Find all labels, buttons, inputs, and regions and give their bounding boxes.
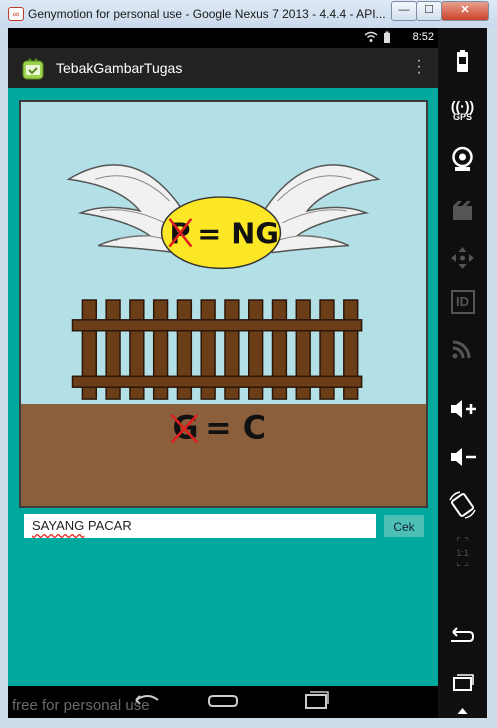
puzzle-image: P = NG G = C (19, 100, 428, 508)
wifi-icon (364, 31, 378, 42)
window-frame-right (487, 28, 497, 728)
genymotion-logo-icon: ∞ (8, 7, 24, 21)
overflow-menu-icon[interactable]: · · · (416, 53, 422, 81)
webcam-widget-icon[interactable] (438, 145, 487, 173)
answer-word-1: SAYANG (32, 518, 85, 533)
check-button[interactable]: Cek (384, 515, 424, 537)
bottom-puzzle-text: = C (205, 411, 266, 447)
recent-apps-button-icon[interactable] (438, 672, 487, 692)
top-puzzle-text: = NG (197, 217, 279, 251)
dpad-widget-icon[interactable] (438, 246, 487, 270)
app-title: TebakGambarTugas (56, 60, 183, 76)
window-title: Genymotion for personal use - Google Nex… (28, 7, 386, 21)
window-frame-left (0, 28, 8, 718)
id-widget-icon[interactable]: ID (438, 290, 487, 314)
maximize-button[interactable]: ☐ (416, 1, 442, 21)
status-time: 8:52 (412, 31, 434, 43)
minimize-button[interactable]: — (391, 1, 417, 21)
close-window-button[interactable]: ✕ (441, 1, 489, 21)
cast-widget-icon[interactable] (438, 338, 487, 362)
recent-apps-icon[interactable] (305, 694, 327, 709)
power-button-icon[interactable] (438, 706, 487, 716)
battery-widget-icon[interactable] (438, 50, 487, 74)
volume-down-icon[interactable] (438, 446, 487, 468)
action-bar: TebakGambarTugas · · · (8, 48, 438, 88)
gps-widget-icon[interactable]: ((·)) GPS (438, 99, 487, 122)
capture-widget-icon[interactable] (438, 200, 487, 222)
answer-word-2: PACAR (84, 518, 132, 533)
android-app-icon (22, 58, 44, 80)
window-frame-bottom (0, 718, 497, 728)
battery-icon (384, 31, 390, 43)
answer-input[interactable]: SAYANG PACAR (24, 514, 376, 538)
back-button-icon[interactable] (438, 624, 487, 644)
emulator-side-panel: ((·)) GPS ID ⌜ ⌝ 1:1 ⌞ ⌟ (438, 28, 487, 718)
rotate-screen-icon[interactable] (438, 491, 487, 519)
app-content: P = NG G = C SAY (8, 88, 438, 686)
window-titlebar: ∞ Genymotion for personal use - Google N… (0, 0, 497, 29)
volume-up-icon[interactable] (438, 398, 487, 420)
pixel-ratio-icon[interactable]: ⌜ ⌝ 1:1 ⌞ ⌟ (438, 538, 487, 568)
android-screen: 8:52 TebakGambarTugas ··· P (8, 28, 438, 718)
status-bar: 8:52 (8, 28, 438, 48)
watermark-text: free for personal use (12, 697, 150, 714)
status-icons (364, 31, 394, 46)
home-icon[interactable] (208, 695, 238, 707)
